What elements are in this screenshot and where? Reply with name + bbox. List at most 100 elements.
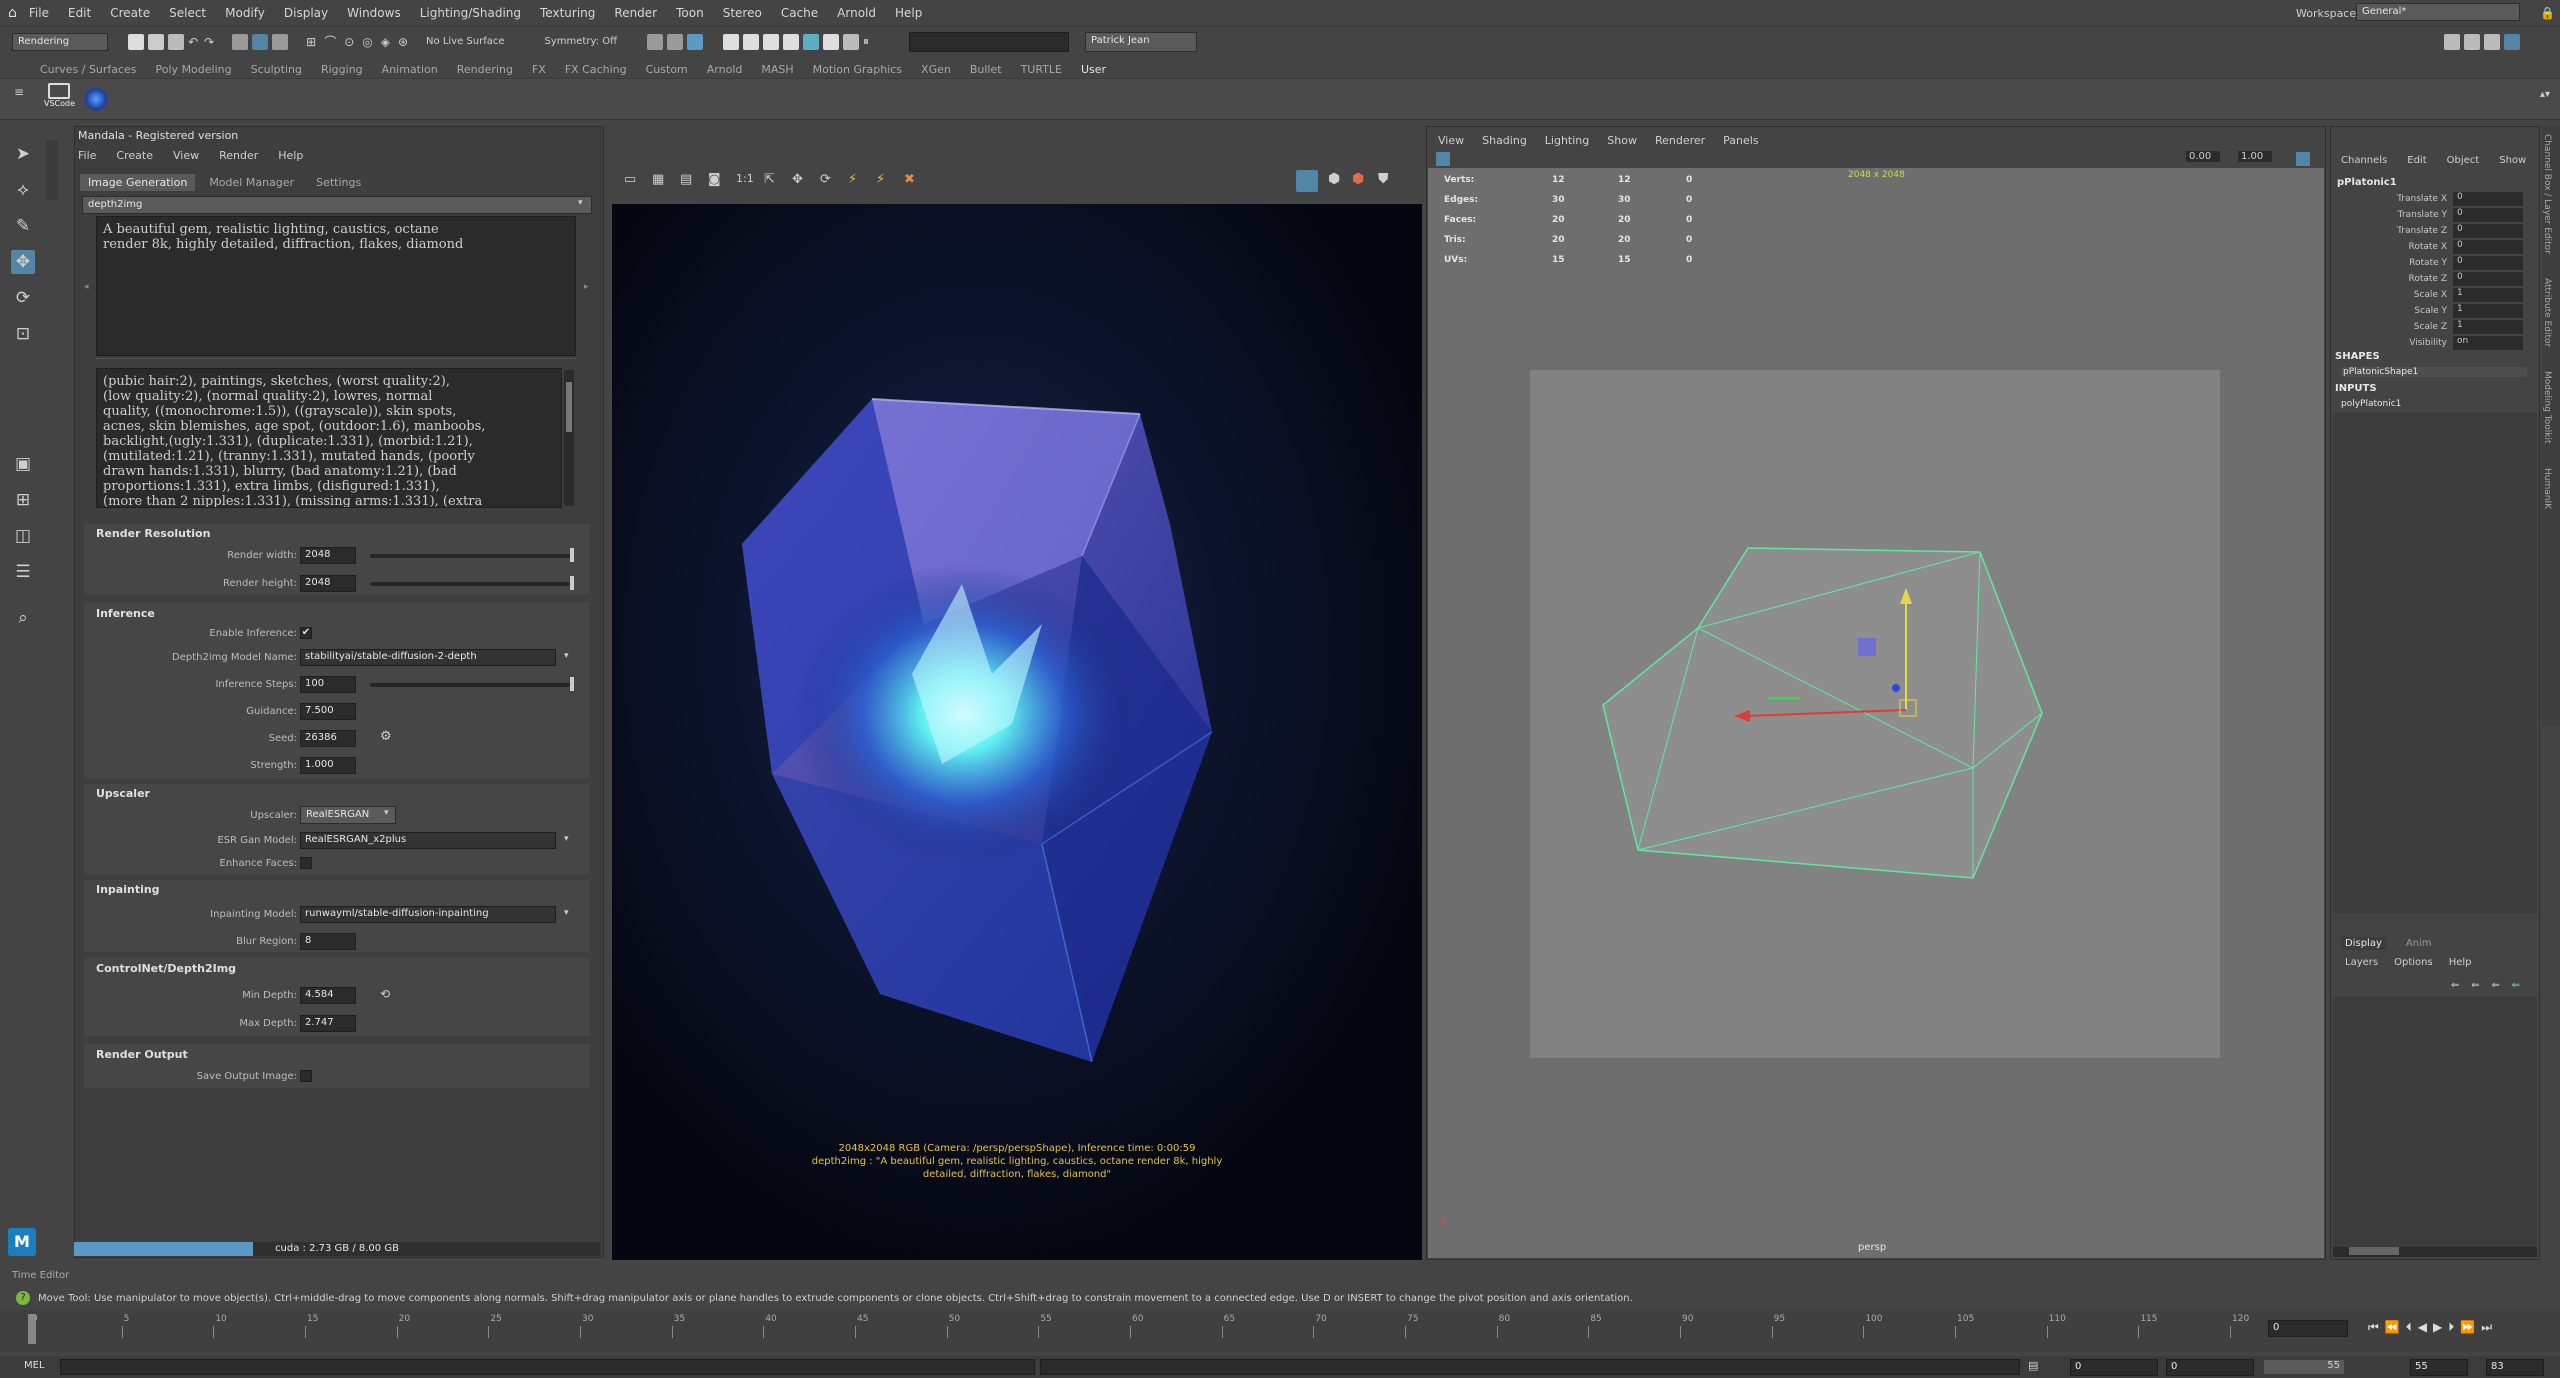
tool-settings-icon[interactable] [2484,33,2500,50]
render-toolbar-icon-6[interactable]: ⇱ [764,172,775,187]
clapper4-icon[interactable] [782,33,799,50]
menu-select[interactable]: Select [169,6,206,20]
select-object-icon[interactable] [252,33,269,50]
snapshot-icon[interactable]: ◙ [708,172,721,187]
viewport-menu-panels[interactable]: Panels [1723,134,1758,147]
move-tool-icon[interactable]: ✥ [11,250,35,274]
layer-move-down-icon[interactable]: ⇐ [2471,980,2479,991]
shelf-tab-polymodeling[interactable]: Poly Modeling [156,63,232,76]
open-scene-icon[interactable] [148,33,164,50]
min-depth-field[interactable]: 4.584 [300,987,356,1004]
channel-row[interactable]: Scale X 1 [2331,287,2537,303]
shelf-tab-turtle[interactable]: TURTLE [1021,63,1062,76]
enable-inference-checkbox[interactable]: ✔ [300,627,312,639]
render-toolbar-icon-7[interactable]: ✥ [792,172,803,187]
layer-move-up-icon[interactable]: ⇐ [2451,980,2459,991]
run-inference-icon[interactable]: ⚡ [848,172,857,187]
menu-stereo[interactable]: Stereo [723,6,762,20]
strength-field[interactable]: 1.000 [300,757,356,774]
step-back-key-icon[interactable]: ⏪ [2385,1320,2406,1334]
channel-value[interactable]: 0 [2453,272,2523,286]
mandala-menu-view[interactable]: View [173,149,199,162]
shelf-tab-curvessurfaces[interactable]: Curves / Surfaces [40,63,137,76]
render-height-slider-handle[interactable] [570,576,574,590]
user-account[interactable]: Patrick Jean [1084,31,1197,52]
input-line-field[interactable] [908,31,1069,52]
channel-row[interactable]: Scale Y 1 [2331,303,2537,319]
channel-tab-object[interactable]: Object [2447,155,2480,166]
attribute-editor-icon[interactable] [2464,33,2480,50]
current-frame-field[interactable]: 0 [2268,1320,2348,1337]
clapper3-icon[interactable] [762,33,779,50]
range-slider[interactable]: 55 [2264,1360,2344,1374]
hypershade-icon[interactable] [802,33,819,50]
select-hierarchy-icon[interactable] [232,33,249,50]
viewport-3d[interactable]: 2048 x 2048 Verts: 12 12 0 Edges: 30 30 0 Faces:… [1428,168,2324,1258]
script-editor-icon[interactable]: ▤ [2028,1359,2038,1372]
new-layer-icon[interactable]: ⇐ [2491,980,2499,991]
outliner-layout-icon[interactable]: ☰ [11,560,35,584]
tab-image-generation[interactable]: Image Generation [80,173,196,191]
snap-curve-icon[interactable]: ⌒ [324,33,336,50]
channel-tab-channels[interactable]: Channels [2341,155,2387,166]
depth2img-model-field[interactable]: stabilityai/stable-diffusion-2-depth [300,649,556,666]
command-input-field[interactable] [60,1359,1035,1375]
channel-value[interactable]: 0 [2453,192,2523,206]
new-layer-selected-icon[interactable]: ⇐ [2512,980,2520,991]
current-frame-marker[interactable] [28,1314,36,1344]
selected-object-name[interactable]: pPlatonic1 [2337,177,2397,188]
esr-gan-dropdown-icon[interactable]: ▾ [564,834,569,844]
scale-tool-icon[interactable]: ⊡ [11,322,35,346]
pick-depth-icon[interactable]: ⟲ [380,987,390,1001]
channel-value[interactable]: 0 [2453,224,2523,238]
play-forward-icon[interactable]: ▶ [2433,1320,2448,1334]
step-forward-frame-icon[interactable]: ⏵ [2448,1320,2460,1334]
live-surface-label[interactable]: No Live Surface [426,36,504,47]
channel-tab-edit[interactable]: Edit [2407,155,2426,166]
outliner-side-label[interactable] [46,140,58,200]
shelf-scroll-icon[interactable]: ▴▾ [2540,89,2550,100]
run-upscale-icon[interactable]: ⚡ [876,172,885,187]
redo-icon[interactable]: ↷ [204,35,214,49]
channel-value[interactable]: on [2453,336,2523,350]
input-node[interactable]: polyPlatonic1 [2341,399,2401,409]
shelf-tab-bullet[interactable]: Bullet [970,63,1002,76]
range-end-field[interactable]: 55 [2410,1359,2468,1376]
menu-lightingshading[interactable]: Lighting/Shading [420,6,521,20]
viewport-menu-renderer[interactable]: Renderer [1655,134,1705,147]
shelf-tab-arnold[interactable]: Arnold [707,63,743,76]
render-toolbar-icon-3[interactable]: ▤ [680,172,692,187]
pause-icon[interactable]: ⏸ [863,34,869,49]
menu-help[interactable]: Help [895,6,922,20]
inpainting-model-dropdown-icon[interactable]: ▾ [564,908,569,918]
channel-row[interactable]: Translate X 0 [2331,191,2537,207]
inference-steps-slider-handle[interactable] [570,677,574,691]
menu-windows[interactable]: Windows [347,6,401,20]
inference-steps-slider[interactable] [370,683,570,687]
vscode-shelf-button[interactable]: VSCode [44,83,75,115]
side-tab-attribute-editor[interactable]: Attribute Editor [2542,278,2552,347]
shelf-tab-rendering[interactable]: Rendering [457,63,513,76]
viewport-menu-shading[interactable]: Shading [1482,134,1527,147]
channel-row[interactable]: Rotate X 0 [2331,239,2537,255]
shelf-tab-fxcaching[interactable]: FX Caching [565,63,627,76]
step-forward-key-icon[interactable]: ⏩ [2460,1320,2481,1334]
render-view-icon[interactable] [822,33,839,50]
menu-arnold[interactable]: Arnold [837,6,876,20]
play-back-icon[interactable]: ◀ [2418,1320,2433,1334]
menu-create[interactable]: Create [110,6,150,20]
menu-render[interactable]: Render [614,6,657,20]
render-toolbar-icon-1[interactable]: ▭ [624,172,636,187]
viewport-toggle-icon[interactable] [2296,152,2310,166]
time-editor-label[interactable]: Time Editor [12,1270,69,1281]
render-width-slider-handle[interactable] [570,548,574,562]
menu-texturing[interactable]: Texturing [540,6,595,20]
go-to-start-icon[interactable]: ⏮ [2368,1320,2385,1334]
maya-logo[interactable]: M [8,1228,36,1256]
mandala-menu-help[interactable]: Help [278,149,303,162]
shelf-tab-animation[interactable]: Animation [382,63,438,76]
select-tool-icon[interactable]: ➤ [11,142,35,166]
shield-icon[interactable]: ⛊ [1378,171,1389,187]
inpainting-model-field[interactable]: runwayml/stable-diffusion-inpainting [300,906,556,923]
maya-home-icon[interactable]: ⌂ [8,5,17,21]
